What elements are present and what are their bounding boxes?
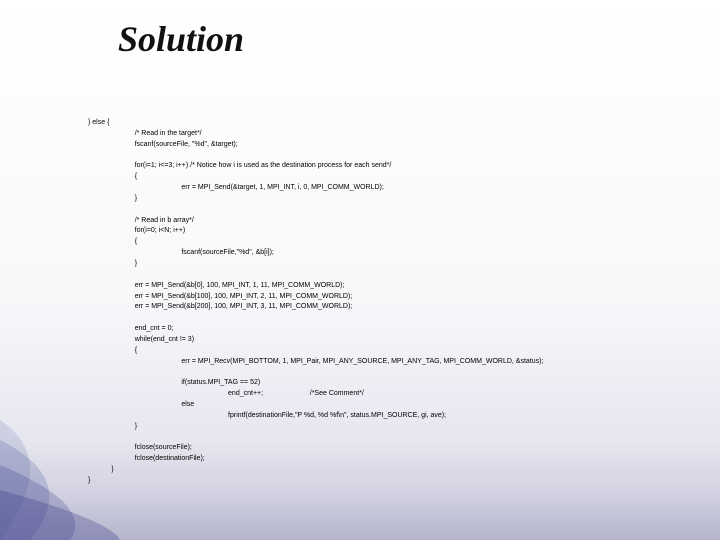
code-line: end_cnt = 0;	[135, 325, 174, 332]
code-line: if(status.MPI_TAG == 52)	[181, 379, 260, 386]
code-line: }	[111, 466, 113, 473]
code-block: } else { /* Read in the target*/ fscanf(…	[88, 118, 708, 487]
code-line: fscanf(sourceFile,"%d", &b[i]);	[181, 249, 274, 256]
code-line: }	[88, 477, 90, 484]
code-line: for(i=0; i<N; i++)	[135, 227, 186, 234]
page-title: Solution	[118, 18, 244, 60]
slide: Solution } else { /* Read in the target*…	[0, 0, 720, 540]
code-line: }	[135, 260, 137, 267]
code-line: fclose(destinationFile);	[135, 455, 205, 462]
code-line: end_cnt++;	[228, 390, 263, 397]
code-line: {	[135, 173, 137, 180]
code-line: /* Read in the target*/	[135, 130, 202, 137]
code-line: fclose(sourceFile);	[135, 444, 192, 451]
code-line: err = MPI_Send(&b[0], 100, MPI_INT, 1, 1…	[135, 282, 345, 289]
code-line: }	[135, 423, 137, 430]
code-line: else	[181, 401, 194, 408]
code-line: fscanf(sourceFile, "%d", &target);	[135, 141, 238, 148]
code-line: while(end_cnt != 3)	[135, 336, 194, 343]
code-line: {	[135, 238, 137, 245]
code-line: {	[135, 347, 137, 354]
code-line: }	[135, 195, 137, 202]
code-line: err = MPI_Send(&b[200], 100, MPI_INT, 3,…	[135, 303, 353, 310]
code-line: } else {	[88, 119, 109, 126]
code-line: fprintf(destinationFile,"P %d, %d %f\n",…	[228, 412, 446, 419]
code-line: for(i=1; i<=3; i++) /* Notice how i is u…	[135, 162, 392, 169]
code-line: err = MPI_Send(&b[100], 100, MPI_INT, 2,…	[135, 293, 353, 300]
code-line: /* Read in b array*/	[135, 217, 194, 224]
code-line: err = MPI_Recv(MPI_BOTTOM, 1, MPI_Pair, …	[181, 358, 543, 365]
code-line: /*See Comment*/	[310, 390, 364, 397]
code-line: err = MPI_Send(&target, 1, MPI_INT, i, 0…	[181, 184, 383, 191]
